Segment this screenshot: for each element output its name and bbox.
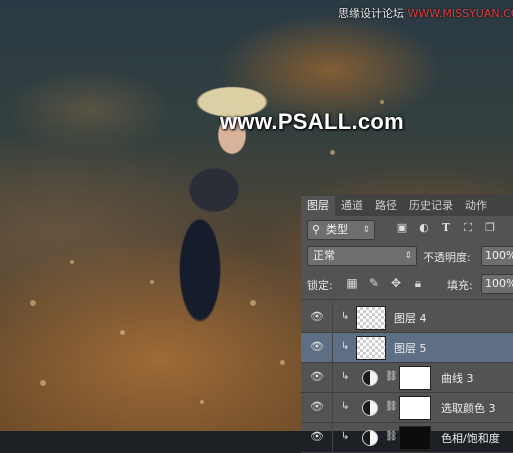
search-icon: ⚲ <box>312 221 320 239</box>
link-chain-icon: ⛓︎ <box>385 430 393 444</box>
tab-history[interactable]: 历史记录 <box>403 196 459 216</box>
layer-name[interactable]: 图层 4 <box>394 310 427 326</box>
row-separator <box>332 303 333 332</box>
visibility-eye-icon[interactable]: 👁︎ <box>310 340 324 354</box>
layer-thumbnail[interactable] <box>356 336 386 360</box>
shape-filter-icon[interactable]: ⛶ <box>461 221 475 235</box>
layer-row-layer-4[interactable]: 👁︎ ↳ 图层 4 <box>301 303 513 333</box>
site-tag-cn: 思缘设计论坛 <box>338 7 404 20</box>
layer-name[interactable]: 色相/饱和度 <box>441 430 500 446</box>
row-separator <box>332 333 333 362</box>
layer-name[interactable]: 曲线 3 <box>441 370 474 386</box>
lock-row: 锁定: ▦ ✎ ✥ 🔒︎ 填充: 100% <box>301 274 513 296</box>
clipping-mask-icon: ↳ <box>341 431 351 443</box>
chevron-updown-icon: ⇕ <box>362 221 370 239</box>
layer-name[interactable]: 选取颜色 3 <box>441 400 496 416</box>
layer-thumbnail[interactable] <box>356 306 386 330</box>
lock-position-icon[interactable]: ✥ <box>389 276 403 290</box>
layer-row-selective-color-3[interactable]: 👁︎ ↳ ⛓︎ 选取颜色 3 <box>301 393 513 423</box>
lock-image-pixels-icon[interactable]: ✎ <box>367 276 381 290</box>
layer-mask-thumbnail[interactable] <box>399 396 431 420</box>
adjustment-layer-icon[interactable] <box>362 430 378 446</box>
visibility-eye-icon[interactable]: 👁︎ <box>310 370 324 384</box>
link-chain-icon: ⛓︎ <box>385 370 393 384</box>
layer-row-layer-5[interactable]: 👁︎ ↳ 图层 5 <box>301 333 513 363</box>
visibility-eye-icon[interactable]: 👁︎ <box>310 430 324 444</box>
row-separator <box>332 423 333 452</box>
tab-channels[interactable]: 通道 <box>335 196 369 216</box>
fill-label: 填充: <box>447 277 473 293</box>
visibility-eye-icon[interactable]: 👁︎ <box>310 310 324 324</box>
panel-tab-bar: 图层 通道 路径 历史记录 动作 <box>301 194 513 216</box>
layer-filter-row: ⚲ 类型 ⇕ ▣ ◐ T ⛶ ❐ <box>301 218 513 240</box>
blend-mode-dropdown[interactable]: 正常 ⇕ <box>307 246 417 266</box>
opacity-label: 不透明度: <box>423 249 471 265</box>
tab-paths[interactable]: 路径 <box>369 196 403 216</box>
adjustment-filter-icon[interactable]: ◐ <box>417 221 431 235</box>
layer-name[interactable]: 图层 5 <box>394 340 427 356</box>
clipping-mask-icon: ↳ <box>341 311 351 323</box>
layer-mask-thumbnail[interactable] <box>399 426 431 450</box>
image-filter-icon[interactable]: ▣ <box>395 221 409 235</box>
type-filter-icon[interactable]: T <box>439 221 453 235</box>
smart-object-filter-icon[interactable]: ❐ <box>483 221 497 235</box>
lock-label: 锁定: <box>307 277 333 293</box>
clipping-mask-icon: ↳ <box>341 401 351 413</box>
opacity-input[interactable]: 100% <box>481 246 513 266</box>
row-separator <box>332 363 333 392</box>
lock-all-icon[interactable]: 🔒︎ <box>411 276 425 290</box>
row-separator <box>332 393 333 422</box>
tab-layers[interactable]: 图层 <box>301 196 335 216</box>
tab-actions[interactable]: 动作 <box>459 196 493 216</box>
fill-input[interactable]: 100% <box>481 274 513 294</box>
site-watermark-tag: 思缘设计论坛 WWW.MISSYUAN.COM <box>338 5 513 21</box>
blend-row: 正常 ⇕ 不透明度: 100% <box>301 246 513 268</box>
visibility-eye-icon[interactable]: 👁︎ <box>310 400 324 414</box>
layer-row-hue-saturation[interactable]: 👁︎ ↳ ⛓︎ 色相/饱和度 <box>301 423 513 453</box>
chevron-updown-icon: ⇕ <box>404 247 412 265</box>
lock-transparent-pixels-icon[interactable]: ▦ <box>345 276 359 290</box>
layer-row-curves-3[interactable]: 👁︎ ↳ ⛓︎ 曲线 3 <box>301 363 513 393</box>
psall-watermark: www.PSALL.com <box>220 109 404 135</box>
adjustment-layer-icon[interactable] <box>362 370 378 386</box>
filter-kind-dropdown[interactable]: ⚲ 类型 ⇕ <box>307 220 375 240</box>
site-tag-en: WWW.MISSYUAN.COM <box>408 7 513 20</box>
layers-panel: 图层 通道 路径 历史记录 动作 ⚲ 类型 ⇕ ▣ ◐ T ⛶ ❐ 正常 ⇕ 不… <box>301 194 513 431</box>
link-chain-icon: ⛓︎ <box>385 400 393 414</box>
panel-divider <box>301 299 513 300</box>
clipping-mask-icon: ↳ <box>341 371 351 383</box>
layer-mask-thumbnail[interactable] <box>399 366 431 390</box>
filter-kind-value: 类型 <box>326 221 348 239</box>
clipping-mask-icon: ↳ <box>341 341 351 353</box>
blend-mode-value: 正常 <box>313 247 335 265</box>
adjustment-layer-icon[interactable] <box>362 400 378 416</box>
